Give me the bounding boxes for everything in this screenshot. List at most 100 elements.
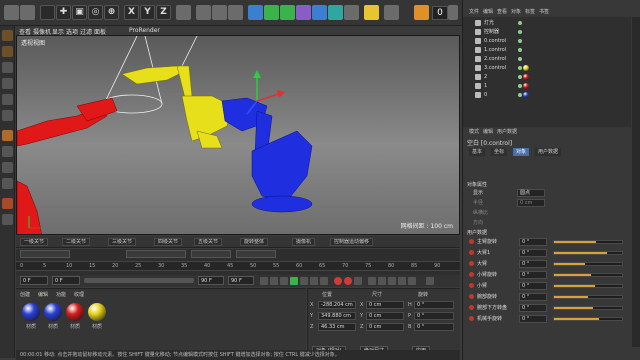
visibility-dot-icon[interactable] <box>518 66 522 70</box>
am-menu-edit[interactable]: 编辑 <box>483 128 493 135</box>
rotate-tool-icon[interactable]: ◎ <box>88 5 103 20</box>
visibility-dot-icon[interactable] <box>518 84 522 88</box>
select-tool-icon[interactable] <box>40 5 55 20</box>
material-tag-icon[interactable] <box>523 74 529 80</box>
object-row[interactable]: 控制器 <box>463 28 631 36</box>
tab-basic[interactable]: 基本 <box>469 148 486 156</box>
record-icon[interactable] <box>334 277 342 285</box>
render-settings-icon[interactable] <box>228 5 243 20</box>
size-field[interactable]: 0 cm <box>366 312 404 320</box>
visibility-dot-icon[interactable] <box>518 30 522 34</box>
visibility-dot-icon[interactable] <box>518 21 522 25</box>
param-slider[interactable] <box>553 273 623 277</box>
material-swatch[interactable] <box>22 303 40 321</box>
parameter-key-icon[interactable] <box>398 277 406 285</box>
cloner-icon[interactable] <box>296 5 311 20</box>
autokey-icon[interactable] <box>344 277 352 285</box>
tab-userdata[interactable]: 用户数据 <box>535 148 562 156</box>
radius-field[interactable]: 0 cm <box>517 199 545 207</box>
next-key-icon[interactable] <box>310 277 318 285</box>
object-tag-3[interactable]: 三级关节 <box>108 238 137 246</box>
rotation-key-icon[interactable] <box>388 277 396 285</box>
previous-key-icon[interactable] <box>270 277 278 285</box>
material-swatch[interactable] <box>88 303 106 321</box>
timeline-key-button[interactable] <box>126 250 186 258</box>
previous-frame-icon[interactable] <box>280 277 288 285</box>
display-dropdown[interactable]: 圆点 <box>517 189 545 197</box>
axis-x-button[interactable]: X <box>124 5 139 20</box>
move-tool-icon[interactable]: ✚ <box>56 5 71 20</box>
param-value-field[interactable]: 0 ° <box>519 304 547 312</box>
param-slider[interactable] <box>553 251 623 255</box>
right-panel-scrollbar[interactable] <box>632 17 640 347</box>
material-menu-edit[interactable]: 编辑 <box>38 291 48 298</box>
object-row[interactable]: 3.control <box>463 64 631 72</box>
param-slider[interactable] <box>553 262 623 266</box>
edges-mode-icon[interactable] <box>2 94 13 105</box>
points-mode-icon[interactable] <box>2 78 13 89</box>
om-menu-edit[interactable]: 编辑 <box>483 8 493 15</box>
object-tag-8[interactable]: 控制器运动偏移 <box>330 238 374 246</box>
object-row[interactable]: 1.control <box>463 46 631 54</box>
point-level-key-icon[interactable] <box>408 277 416 285</box>
object-tag-5[interactable]: 五级关节 <box>194 238 223 246</box>
object-tag-7[interactable]: 摄像机 <box>292 238 316 246</box>
go-to-end-icon[interactable] <box>320 277 328 285</box>
material-swatch[interactable] <box>66 303 84 321</box>
param-value-field[interactable]: 0 ° <box>519 282 547 290</box>
deformer-icon[interactable] <box>312 5 327 20</box>
param-value-field[interactable]: 0 ° <box>519 249 547 257</box>
object-tag-4[interactable]: 四级关节 <box>154 238 183 246</box>
timeline-settings-icon[interactable] <box>426 277 434 285</box>
current-frame-field[interactable]: 0 F <box>20 276 48 285</box>
object-row[interactable]: 0 <box>463 91 631 99</box>
object-row[interactable]: 1 <box>463 82 631 90</box>
material-swatch[interactable] <box>44 303 62 321</box>
object-tag-2[interactable]: 二级关节 <box>62 238 91 246</box>
param-value-field[interactable]: 0 ° <box>519 260 547 268</box>
keyframe-selection-icon[interactable] <box>354 277 362 285</box>
layout-icon[interactable] <box>384 5 399 20</box>
param-slider[interactable] <box>553 306 623 310</box>
axis-y-button[interactable]: Y <box>140 5 155 20</box>
scale-tool-icon[interactable]: ▣ <box>72 5 87 20</box>
object-manager[interactable]: 灯光 控制器 0.control 1.control 2.control 3.contro… <box>463 17 631 127</box>
timeline-key-button[interactable] <box>191 250 231 258</box>
position-key-icon[interactable] <box>368 277 376 285</box>
object-row[interactable]: 2.control <box>463 55 631 63</box>
material-tag-icon[interactable] <box>523 92 529 98</box>
rotation-field[interactable]: 0 ° <box>414 312 454 320</box>
position-field[interactable]: 46.33 cm <box>318 323 356 331</box>
preview-end-field[interactable]: 90 F <box>228 276 254 285</box>
rotation-field[interactable]: 0 ° <box>414 323 454 331</box>
om-menu-file[interactable]: 文件 <box>469 8 479 15</box>
polygons-mode-icon[interactable] <box>2 110 13 121</box>
start-frame-field[interactable]: 0 F <box>52 276 80 285</box>
render-view-icon[interactable] <box>196 5 211 20</box>
param-value-field[interactable]: 0 ° <box>519 271 547 279</box>
redo-icon[interactable] <box>20 5 35 20</box>
om-menu-view[interactable]: 查看 <box>497 8 507 15</box>
tab-object[interactable]: 对象 <box>513 148 530 156</box>
texture-mode-icon[interactable] <box>2 62 13 73</box>
axis-z-button[interactable]: Z <box>156 5 171 20</box>
am-menu-mode[interactable]: 模式 <box>469 128 479 135</box>
animation-key-icon[interactable] <box>469 294 474 299</box>
size-field[interactable]: 0 cm <box>366 301 404 309</box>
visibility-dot-icon[interactable] <box>518 39 522 43</box>
timeline-key-button[interactable] <box>236 250 276 258</box>
make-editable-icon[interactable] <box>2 30 13 41</box>
visibility-dot-icon[interactable] <box>518 48 522 52</box>
camera-icon[interactable] <box>344 5 359 20</box>
object-row[interactable]: 0.control <box>463 37 631 45</box>
spline-pen-icon[interactable] <box>264 5 279 20</box>
cube-icon[interactable] <box>248 5 263 20</box>
material-tag-icon[interactable] <box>523 83 529 89</box>
material-tag-icon[interactable] <box>523 65 529 71</box>
object-row[interactable]: 灯光 <box>463 19 631 27</box>
light-icon[interactable] <box>364 5 379 20</box>
snap-icon[interactable] <box>2 146 13 157</box>
visibility-dot-icon[interactable] <box>518 93 522 97</box>
paint-icon[interactable] <box>2 214 13 225</box>
sculpt-icon[interactable] <box>2 198 13 209</box>
